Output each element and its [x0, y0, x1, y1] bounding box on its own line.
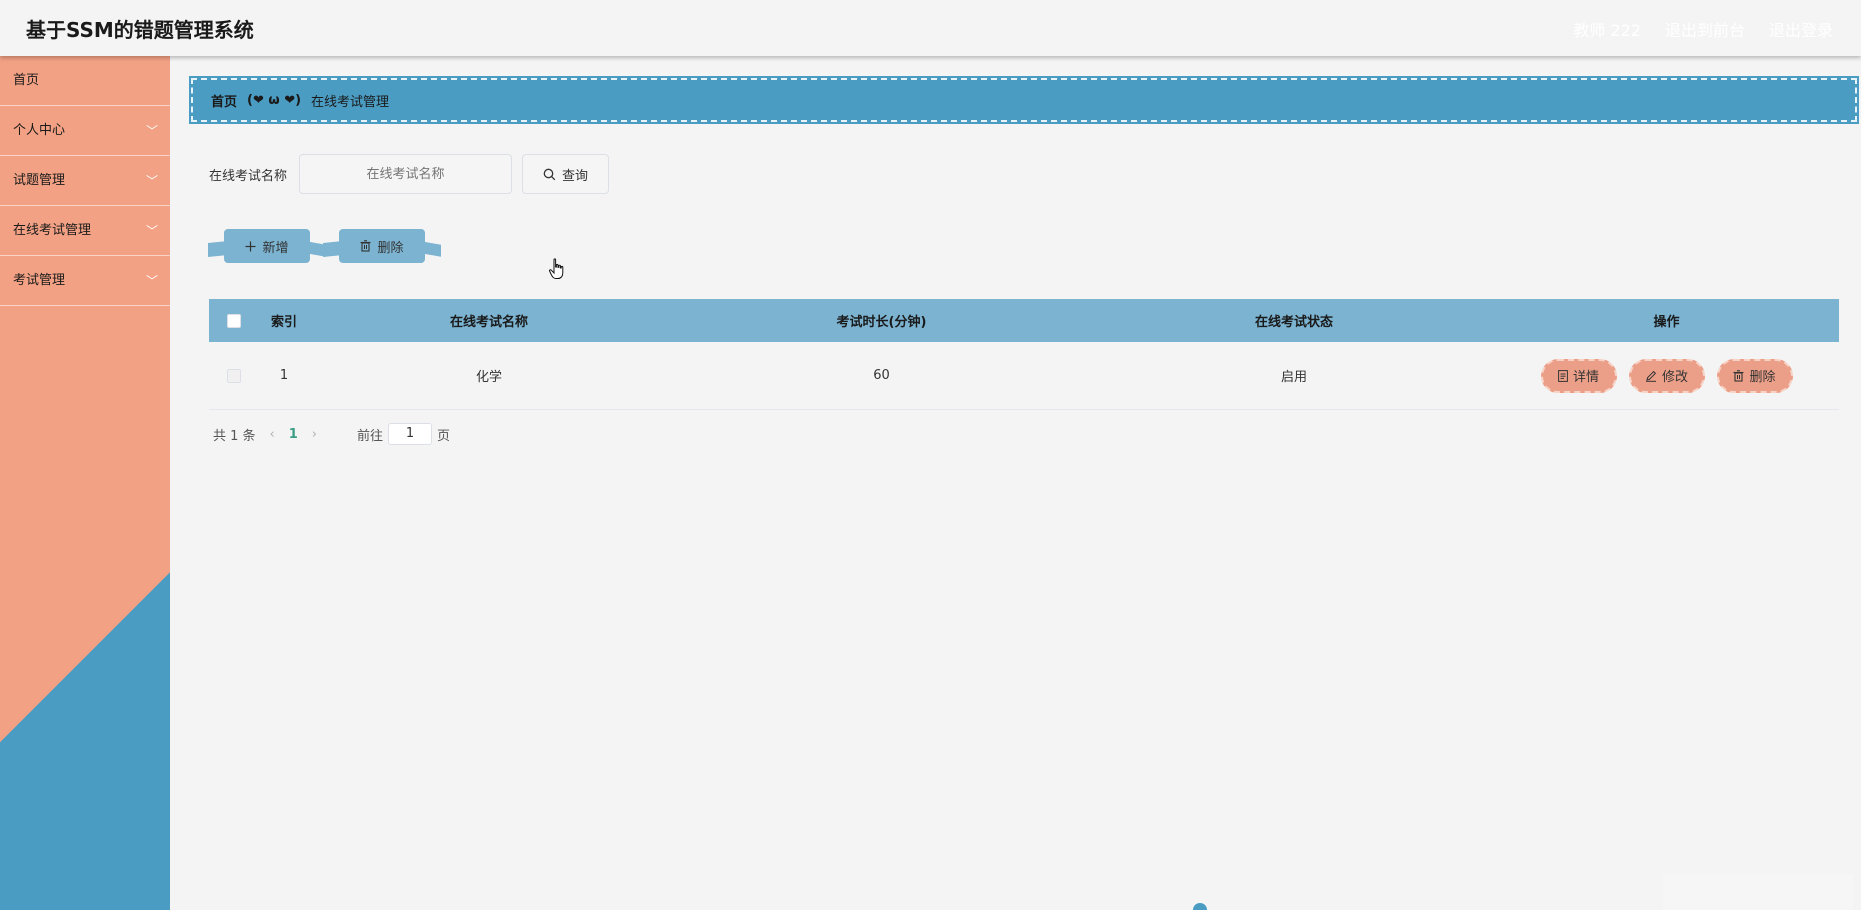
batch-delete-button-label: 删除 — [377, 240, 404, 256]
detail-button[interactable]: 详情 — [1540, 358, 1617, 393]
delete-button[interactable]: 删除 — [1716, 358, 1793, 393]
table-header: 索引 在线考试名称 考试时长(分钟) 在线考试状态 操作 — [209, 299, 1839, 342]
sidebar-item-label: 首页 — [13, 73, 40, 88]
main-content: 首页 (❤ ω ❤) 在线考试管理 在线考试名称 查询 新增 删除 索引 在线考… — [170, 56, 1861, 910]
page-number[interactable]: 1 — [289, 427, 298, 442]
page-suffix: 页 — [437, 428, 451, 444]
top-header: 基于SSM的错题管理系统 教师 222 退出到前台 退出登录 — [0, 0, 1861, 56]
sidebar-item-label: 考试管理 — [13, 273, 66, 288]
trash-icon — [360, 240, 371, 252]
header-duration: 考试时长(分钟) — [836, 315, 927, 330]
app-title: 基于SSM的错题管理系统 — [26, 18, 254, 42]
sidebar-item-personal-center[interactable]: 个人中心 ﹀ — [0, 106, 170, 156]
add-button[interactable]: 新增 — [224, 229, 310, 263]
trash-icon — [1733, 369, 1744, 382]
pagination: 共 1 条 ‹ 1 › 前往 1 页 — [213, 423, 450, 445]
select-all-checkbox[interactable] — [227, 313, 241, 328]
footer-blank — [1663, 874, 1853, 910]
sidebar-item-question-management[interactable]: 试题管理 ﹀ — [0, 156, 170, 206]
sidebar-item-label: 个人中心 — [13, 123, 66, 138]
detail-button-label: 详情 — [1572, 370, 1599, 385]
delete-button-label: 删除 — [1749, 370, 1776, 385]
chevron-down-icon: ﹀ — [145, 124, 158, 138]
header-status: 在线考试状态 — [1254, 315, 1333, 330]
to-front-link[interactable]: 退出到前台 — [1665, 17, 1745, 41]
header-name: 在线考试名称 — [449, 315, 528, 330]
chevron-down-icon: ﹀ — [145, 174, 158, 188]
sidebar-item-home[interactable]: 首页 — [0, 56, 170, 106]
sidebar-item-online-exam-management[interactable]: 在线考试管理 ﹀ — [0, 206, 170, 256]
pagination-total: 共 1 条 — [213, 428, 256, 444]
search-button[interactable]: 查询 — [522, 154, 610, 194]
goto-page-input[interactable]: 1 — [388, 423, 433, 445]
header-index: 索引 — [270, 315, 297, 330]
search-icon — [543, 168, 556, 181]
plus-icon — [245, 241, 256, 252]
search-bar: 在线考试名称 查询 — [209, 154, 610, 194]
breadcrumb: 首页 (❤ ω ❤) 在线考试管理 — [189, 76, 1859, 124]
chevron-down-icon: ﹀ — [145, 224, 158, 238]
header-ops: 操作 — [1653, 315, 1680, 330]
edit-button[interactable]: 修改 — [1628, 358, 1705, 393]
row-checkbox[interactable] — [227, 368, 241, 383]
current-user: 教师 222 — [1573, 21, 1641, 40]
header-links: 教师 222 退出到前台 退出登录 — [1573, 17, 1833, 41]
cell-duration: 60 — [873, 368, 890, 383]
cell-ops: 详情 修改 删除 — [1494, 358, 1839, 393]
hand-pointer-icon — [548, 258, 566, 280]
table-row: 1 化学 60 启用 详情 修改 删除 — [209, 342, 1839, 410]
search-button-label: 查询 — [562, 168, 589, 184]
cell-name: 化学 — [475, 370, 502, 385]
document-icon — [1558, 369, 1568, 382]
exam-table: 索引 在线考试名称 考试时长(分钟) 在线考试状态 操作 1 化学 60 启用 … — [209, 299, 1839, 410]
sidebar-item-label: 试题管理 — [13, 173, 66, 188]
goto-label: 前往 — [357, 428, 384, 444]
search-label: 在线考试名称 — [209, 168, 288, 184]
breadcrumb-home[interactable]: 首页 — [211, 91, 237, 110]
prev-page-icon[interactable]: ‹ — [270, 427, 275, 442]
edit-icon — [1645, 370, 1657, 382]
next-page-icon[interactable]: › — [312, 427, 317, 442]
breadcrumb-current: 在线考试管理 — [311, 94, 390, 110]
add-button-label: 新增 — [262, 240, 289, 256]
search-input[interactable] — [299, 154, 513, 194]
cell-status: 启用 — [1280, 370, 1307, 385]
cell-index: 1 — [279, 368, 289, 383]
sidebar-item-exam-management[interactable]: 考试管理 ﹀ — [0, 256, 170, 306]
chevron-down-icon: ﹀ — [145, 274, 158, 288]
sidebar: 首页 个人中心 ﹀ 试题管理 ﹀ 在线考试管理 ﹀ 考试管理 ﹀ — [0, 56, 170, 910]
sidebar-item-label: 在线考试管理 — [13, 223, 92, 238]
logout-link[interactable]: 退出登录 — [1769, 17, 1833, 41]
batch-delete-button[interactable]: 删除 — [339, 229, 425, 263]
scroll-indicator — [1193, 903, 1207, 910]
breadcrumb-separator: (❤ ω ❤) — [247, 92, 302, 108]
edit-button-label: 修改 — [1661, 370, 1688, 385]
